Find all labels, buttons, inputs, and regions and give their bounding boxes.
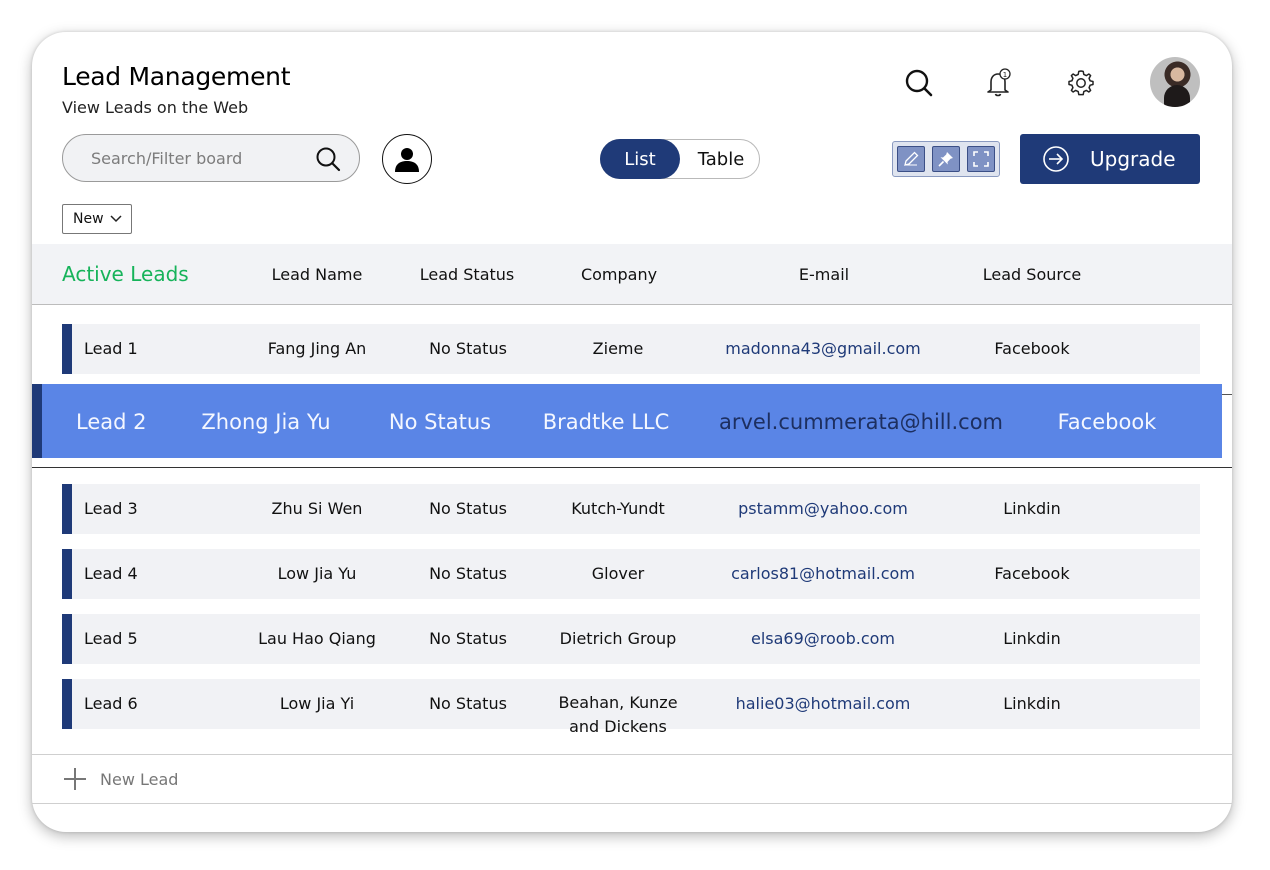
divider [32, 803, 1232, 804]
pin-icon[interactable] [932, 146, 960, 172]
lead-status[interactable]: No Status [429, 499, 507, 518]
company: Zieme [592, 339, 644, 358]
lead-status[interactable]: No Status [429, 339, 507, 358]
group-label: Active Leads [62, 262, 189, 286]
new-lead-label: New Lead [100, 769, 179, 789]
new-lead-button[interactable]: New Lead [62, 766, 178, 792]
row-handle[interactable] [62, 324, 72, 374]
company: Beahan, Kunze and Dickens [558, 693, 678, 736]
lead-status[interactable]: No Status [389, 410, 491, 434]
notification-count: 1 [1003, 71, 1007, 79]
divider [32, 754, 1232, 755]
lead-name: Low Jia Yi [279, 694, 355, 713]
lead-name: Low Jia Yu [277, 564, 357, 583]
email-link[interactable]: carlos81@hotmail.com [731, 564, 915, 583]
chevron-down-icon [110, 215, 122, 223]
arrow-circle-icon [1043, 146, 1069, 172]
company: Bradtke LLC [542, 410, 670, 434]
plus-icon [64, 768, 86, 790]
pencil-icon[interactable] [897, 146, 925, 172]
lead-name: Zhu Si Wen [271, 499, 363, 518]
lead-id: Lead 6 [84, 694, 138, 713]
row-handle[interactable] [62, 549, 72, 599]
fullscreen-icon[interactable] [967, 146, 995, 172]
notification-bell-icon[interactable]: 1 [980, 64, 1018, 102]
divider [32, 467, 1232, 468]
lead-id: Lead 2 [76, 410, 147, 434]
assign-user-button[interactable] [382, 134, 432, 184]
row-handle[interactable] [62, 679, 72, 729]
search-icon[interactable] [900, 64, 938, 102]
dropdown-value: New [73, 211, 104, 227]
company: Glover [591, 564, 645, 583]
column-header-lead-name[interactable]: Lead Name [272, 265, 363, 284]
lead-source: Linkdin [1003, 499, 1061, 518]
search-placeholder: Search/Filter board [91, 149, 243, 168]
user-avatar[interactable] [1150, 57, 1200, 107]
email-link[interactable]: arvel.cummerata@hill.com [719, 410, 1003, 434]
lead-status[interactable]: No Status [429, 694, 507, 713]
table-row[interactable]: Lead 4 Low Jia Yu No Status Glover carlo… [62, 549, 1200, 599]
lead-id: Lead 1 [84, 339, 138, 358]
table-row[interactable]: Lead 1 Fang Jing An No Status Zieme mado… [62, 324, 1200, 374]
table-header: Active Leads Lead Name Lead Status Compa… [32, 244, 1232, 305]
column-header-email[interactable]: E-mail [799, 265, 849, 284]
status-filter-dropdown[interactable]: New [62, 204, 132, 234]
view-toggle[interactable]: List Table [600, 139, 760, 179]
lead-status[interactable]: No Status [429, 564, 507, 583]
email-link[interactable]: pstamm@yahoo.com [738, 499, 908, 518]
row-handle[interactable] [32, 384, 42, 458]
upgrade-button[interactable]: Upgrade [1020, 134, 1200, 184]
lead-name: Fang Jing An [267, 339, 367, 358]
lead-source: Linkdin [1003, 694, 1061, 713]
table-row-selected[interactable]: Lead 2 Zhong Jia Yu No Status Bradtke LL… [32, 384, 1222, 458]
lead-status[interactable]: No Status [429, 629, 507, 648]
column-header-lead-source[interactable]: Lead Source [983, 265, 1081, 284]
user-icon [395, 148, 419, 172]
search-filter-input[interactable]: Search/Filter board [62, 134, 360, 182]
search-icon[interactable] [315, 146, 341, 176]
company: Dietrich Group [559, 629, 677, 648]
tab-table-view[interactable]: Table [683, 140, 759, 178]
page-subtitle: View Leads on the Web [62, 98, 249, 117]
row-handle[interactable] [62, 614, 72, 664]
email-link[interactable]: madonna43@gmail.com [725, 339, 920, 358]
lead-management-card: Lead Management View Leads on the Web 1 … [32, 32, 1232, 832]
column-header-company[interactable]: Company [581, 265, 657, 284]
table-row[interactable]: Lead 6 Low Jia Yi No Status Beahan, Kunz… [62, 679, 1200, 736]
lead-id: Lead 3 [84, 499, 138, 518]
column-header-lead-status[interactable]: Lead Status [420, 265, 515, 284]
table-row[interactable]: Lead 3 Zhu Si Wen No Status Kutch-Yundt … [62, 484, 1200, 534]
lead-source: Facebook [994, 339, 1070, 358]
email-link[interactable]: halie03@hotmail.com [736, 694, 911, 713]
table-row[interactable]: Lead 5 Lau Hao Qiang No Status Dietrich … [62, 614, 1200, 664]
lead-source: Facebook [1057, 410, 1157, 434]
upgrade-label: Upgrade [1090, 147, 1176, 171]
lead-name: Zhong Jia Yu [201, 410, 331, 434]
lead-id: Lead 4 [84, 564, 138, 583]
email-link[interactable]: elsa69@roob.com [751, 629, 895, 648]
lead-source: Linkdin [1003, 629, 1061, 648]
row-handle[interactable] [62, 484, 72, 534]
page-title: Lead Management [62, 62, 291, 91]
board-tools-group [892, 141, 1000, 177]
lead-name: Lau Hao Qiang [258, 629, 376, 648]
settings-gear-icon[interactable] [1062, 64, 1100, 102]
tab-list-view[interactable]: List [600, 139, 680, 179]
lead-id: Lead 5 [84, 629, 138, 648]
lead-source: Facebook [994, 564, 1070, 583]
company: Kutch-Yundt [571, 499, 665, 518]
